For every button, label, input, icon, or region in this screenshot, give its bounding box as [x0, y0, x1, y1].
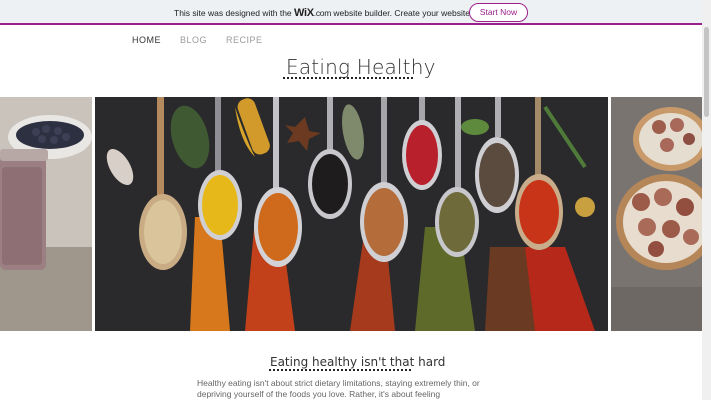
- section-body-text: Healthy eating isn't about strict dietar…: [197, 378, 480, 399]
- start-now-button[interactable]: Start Now: [469, 3, 528, 22]
- gallery-image-right[interactable]: [611, 97, 702, 331]
- gallery-image-left[interactable]: [0, 97, 92, 331]
- fig-toast-photo: [611, 97, 702, 331]
- page-scrollbar[interactable]: [702, 0, 711, 400]
- nav-item-blog[interactable]: BLOG: [180, 35, 207, 45]
- smoothie-photo: [0, 97, 92, 331]
- wix-logo: WiX.com: [294, 7, 332, 19]
- section-dotted-underline: [269, 369, 411, 371]
- title-dotted-underline: [283, 77, 413, 79]
- scrollbar-thumb[interactable]: [704, 27, 709, 117]
- main-nav: HOME BLOG RECIPE: [132, 35, 282, 45]
- wix-promo-banner: This site was designed with the WiX.com …: [0, 0, 711, 25]
- nav-item-recipe[interactable]: RECIPE: [226, 35, 263, 45]
- banner-text-before: This site was designed with the: [174, 8, 295, 18]
- section-heading: Eating healthy isn't that hard: [270, 355, 446, 369]
- spices-photo: [95, 97, 608, 331]
- site-title[interactable]: Eating Healthy: [286, 55, 436, 79]
- wix-banner-text: This site was designed with the WiX.com …: [174, 7, 495, 19]
- nav-item-home[interactable]: HOME: [132, 35, 161, 45]
- gallery-image-main[interactable]: [95, 97, 608, 331]
